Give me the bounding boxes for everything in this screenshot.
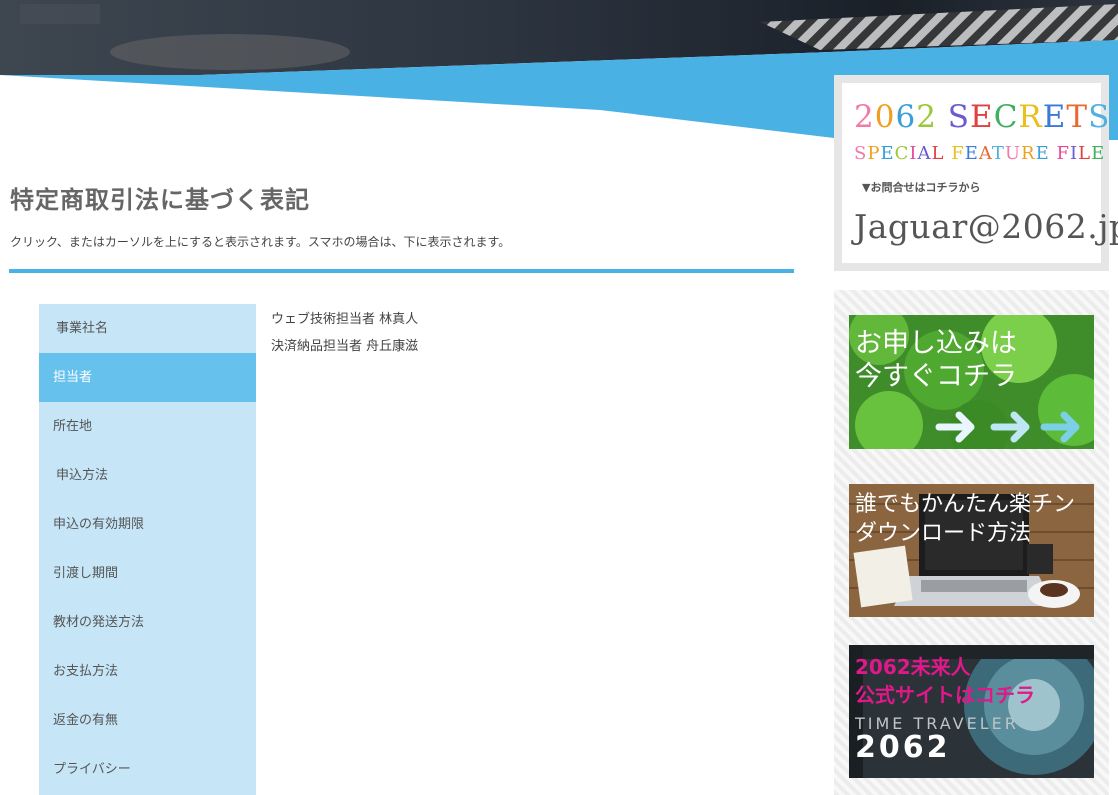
card-subtitle: SPECIAL FEATURE FILE — [854, 143, 1105, 164]
tab-address[interactable]: 所在地 — [39, 402, 256, 451]
title-letter: R — [1021, 143, 1036, 164]
title-divider — [9, 269, 794, 273]
title-letter: F — [951, 143, 965, 164]
banner-line-2: 今すぐコチラ — [855, 361, 1017, 392]
tab-company-name[interactable]: 事業社名 — [39, 304, 256, 353]
contact-label: ▼お問合せはコチラから — [862, 181, 981, 194]
page-title: 特定商取引法に基づく表記 — [10, 186, 310, 214]
title-letter: T — [991, 143, 1005, 164]
title-letter: C — [894, 143, 910, 164]
title-letter: 6 — [895, 99, 917, 135]
page-description: クリック、またはカーソルを上にすると表示されます。スマホの場合は、下に表示されま… — [10, 235, 511, 249]
banner-line-2: ダウンロード方法 — [855, 521, 1032, 546]
title-letter: U — [1004, 143, 1022, 164]
download-guide-banner[interactable]: 誰でもかんたん楽チン ダウンロード方法 — [849, 484, 1094, 617]
contact-card-inner: 2062 SECRETS SPECIAL FEATURE FILE ▼お問合せは… — [842, 83, 1118, 263]
content-line: ウェブ技術担当者 林真人 — [271, 312, 419, 327]
title-letter: L — [1078, 143, 1092, 164]
info-tab-list: 事業社名 担当者 所在地 申込方法 申込の有効期限 引渡し期間 教材の発送方法 … — [39, 304, 256, 795]
banner-line-1: お申し込みは — [855, 328, 1017, 359]
tab-application-validity[interactable]: 申込の有効期限 — [39, 500, 256, 549]
tab-person-in-charge[interactable]: 担当者 — [39, 353, 256, 402]
tab-refund-policy[interactable]: 返金の有無 — [39, 696, 256, 745]
title-letter: F — [1056, 143, 1070, 164]
tab-shipping-method[interactable]: 教材の発送方法 — [39, 598, 256, 647]
sidebar-banner-panel: お申し込みは 今すぐコチラ 誰でもかんたん楽チン ダウンロード方法 2062未来… — [834, 290, 1109, 795]
title-letter: C — [993, 99, 1019, 135]
contact-email-link[interactable]: Jaguar@2062.jp — [854, 207, 1118, 246]
title-letter: 0 — [874, 99, 896, 135]
tab-privacy[interactable]: プライバシー — [39, 745, 256, 794]
tab-delivery-period[interactable]: 引渡し期間 — [39, 549, 256, 598]
official-site-banner[interactable]: 2062未来人 公式サイトはコチラ TIME TRAVELER 2062 — [849, 645, 1094, 778]
tab-content: ウェブ技術担当者 林真人 決済納品担当者 舟丘康滋 — [271, 306, 418, 360]
tab-application-method[interactable]: 申込方法 — [39, 451, 256, 500]
title-letter: E — [1091, 143, 1106, 164]
title-letter: T — [1066, 99, 1089, 135]
title-letter: I — [1069, 143, 1079, 164]
title-letter: E — [1042, 99, 1067, 135]
title-letter: P — [867, 143, 881, 164]
title-letter: 2 — [854, 99, 875, 135]
title-letter: S — [947, 99, 971, 135]
title-letter: S — [1088, 99, 1111, 135]
sidebar-contact-card[interactable]: 2062 SECRETS SPECIAL FEATURE FILE ▼お問合せは… — [834, 75, 1118, 271]
banner-logo-text: 2062 — [855, 730, 951, 765]
content-line: 決済納品担当者 舟丘康滋 — [271, 339, 419, 354]
title-letter: 2 — [916, 99, 937, 135]
apply-now-banner[interactable]: お申し込みは 今すぐコチラ — [849, 315, 1094, 449]
title-letter: A — [978, 143, 992, 164]
title-letter: E — [964, 143, 979, 164]
title-letter: E — [1035, 143, 1050, 164]
card-title: 2062 SECRETS — [854, 99, 1110, 135]
title-letter: I — [909, 143, 918, 164]
tab-payment-method[interactable]: お支払方法 — [39, 647, 256, 696]
title-letter: A — [917, 143, 932, 164]
title-letter: L — [931, 143, 945, 164]
title-letter: R — [1018, 99, 1043, 135]
page-root: 特定商取引法に基づく表記 クリック、またはカーソルを上にすると表示されます。スマ… — [0, 0, 1118, 795]
title-letter: E — [970, 99, 994, 135]
title-letter — [937, 99, 948, 135]
title-letter: E — [880, 143, 895, 164]
title-letter: S — [854, 143, 868, 164]
